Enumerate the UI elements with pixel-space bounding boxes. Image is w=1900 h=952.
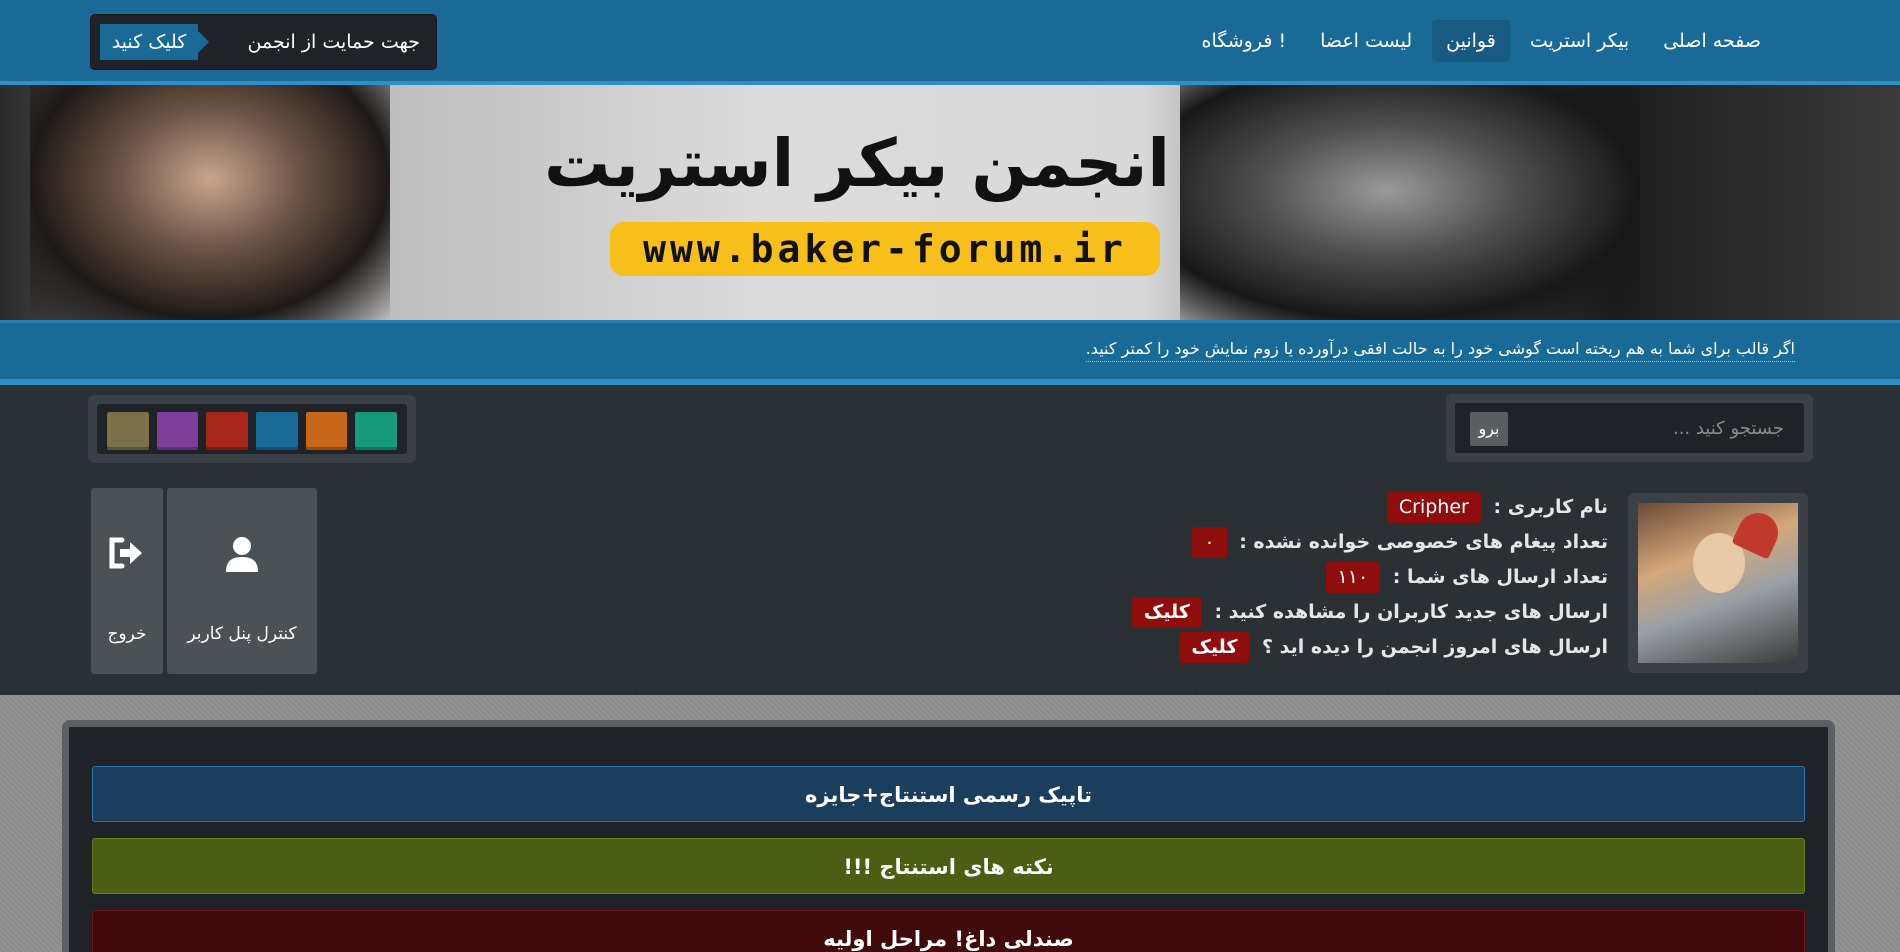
user-control-panel-button[interactable]: کنترل پنل کاربر xyxy=(167,488,317,674)
topic-official-deduction[interactable]: تاپیک رسمی استنتاج+جایزه xyxy=(92,766,1805,822)
swatch-purple[interactable] xyxy=(156,412,199,450)
top-navbar: صفحه اصلی بیکر استریت قوانین لیست اعضا ف… xyxy=(0,0,1900,85)
swatch-blue[interactable] xyxy=(256,412,298,450)
search-go-button[interactable]: برو xyxy=(1470,412,1508,446)
banner-portrait-right xyxy=(1180,85,1640,320)
posts-label: تعداد ارسال های شما : xyxy=(1392,566,1608,588)
notice-text: اگر قالب برای شما به هم ریخته است گوشی خ… xyxy=(1085,339,1795,362)
banner-title: انجمن بیکر استریت xyxy=(544,125,1170,202)
header-banner[interactable]: انجمن بیکر استریت www.baker-forum.ir xyxy=(0,85,1900,320)
search-input[interactable] xyxy=(1524,403,1784,453)
ucp-label: کنترل پنل کاربر xyxy=(187,624,297,644)
today-posts-label: ارسال های امروز انجمن را دیده اید ؟ xyxy=(1262,636,1608,658)
swatch-teal[interactable] xyxy=(355,412,398,450)
avatar[interactable] xyxy=(1638,503,1798,663)
topic-deduction-tips[interactable]: نکته های استنتاج !!! xyxy=(92,838,1805,894)
posts-count-badge: ۱۱۰ xyxy=(1325,562,1381,593)
swatch-red[interactable] xyxy=(206,412,249,450)
info-row-unread: تعداد پیغام های خصوصی خوانده نشده : ۰ xyxy=(808,525,1608,560)
logout-label: خروج xyxy=(107,624,147,644)
nav-rules[interactable]: قوانین xyxy=(1432,20,1510,62)
info-row-posts: تعداد ارسال های شما : ۱۱۰ xyxy=(808,560,1608,595)
user-icon xyxy=(167,536,317,576)
swatch-olive[interactable] xyxy=(107,412,149,450)
info-row-today-posts: ارسال های امروز انجمن را دیده اید ؟ کلیک xyxy=(808,630,1608,665)
nav-shop[interactable]: فروشگاه ! xyxy=(1188,20,1301,62)
nav-home[interactable]: صفحه اصلی xyxy=(1649,20,1775,62)
username-label: نام کاربری : xyxy=(1493,496,1608,518)
unread-label: تعداد پیغام های خصوصی خوانده نشده : xyxy=(1239,531,1608,553)
unread-count-badge[interactable]: ۰ xyxy=(1192,527,1227,558)
search-box: برو xyxy=(1446,394,1813,462)
nav-member-list[interactable]: لیست اعضا xyxy=(1306,20,1426,62)
info-row-new-posts: ارسال های جدید کاربران را مشاهده کنید : … xyxy=(808,595,1608,630)
today-posts-click-button[interactable]: کلیک xyxy=(1179,632,1250,663)
topic-hot-seat[interactable]: صندلی داغ! مراحل اولیه xyxy=(92,910,1805,952)
user-info: نام کاربری : Cripher تعداد پیغام های خصو… xyxy=(808,490,1608,665)
search-inner: برو xyxy=(1455,403,1804,453)
new-posts-label: ارسال های جدید کاربران را مشاهده کنید : xyxy=(1214,601,1608,623)
new-posts-click-button[interactable]: کلیک xyxy=(1131,597,1202,628)
banner-portrait-left xyxy=(30,85,390,320)
logout-button[interactable]: خروج xyxy=(91,488,163,674)
color-swatch-row xyxy=(97,404,407,454)
info-row-username: نام کاربری : Cripher xyxy=(808,490,1608,525)
support-text: جهت حمایت از انجمن xyxy=(247,31,420,53)
nav-baker-street[interactable]: بیکر استریت xyxy=(1516,20,1643,62)
main-nav-menu: صفحه اصلی بیکر استریت قوانین لیست اعضا ف… xyxy=(1188,20,1775,62)
support-box: جهت حمایت از انجمن کلیک کنید xyxy=(91,15,436,69)
color-switcher xyxy=(88,395,416,463)
avatar-frame xyxy=(1628,493,1808,673)
support-click-button[interactable]: کلیک کنید xyxy=(100,24,209,60)
banner-url: www.baker-forum.ir xyxy=(610,222,1160,276)
username-badge: Cripher xyxy=(1386,492,1481,523)
sign-out-icon xyxy=(91,536,163,576)
notice-bar: اگر قالب برای شما به هم ریخته است گوشی خ… xyxy=(0,320,1900,385)
swatch-orange[interactable] xyxy=(305,412,348,450)
